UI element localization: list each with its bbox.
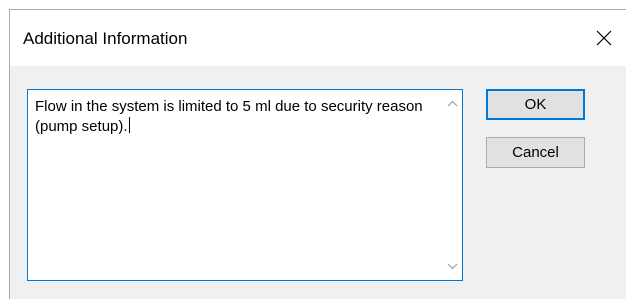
scroll-down-arrow-icon[interactable] [444, 258, 461, 275]
additional-information-dialog: Additional Information Flow in the syste… [9, 9, 626, 299]
vertical-scrollbar[interactable] [444, 91, 461, 279]
ok-button[interactable]: OK [486, 89, 585, 120]
text-caret [128, 117, 130, 133]
information-text-area[interactable]: Flow in the system is limited to 5 ml du… [27, 89, 463, 281]
dialog-title: Additional Information [23, 29, 188, 48]
close-button[interactable] [581, 10, 626, 66]
title-bar: Additional Information [10, 10, 626, 66]
information-text-content: Flow in the system is limited to 5 ml du… [35, 97, 430, 137]
close-icon [596, 30, 612, 46]
scroll-up-arrow-icon[interactable] [444, 95, 461, 112]
information-text: Flow in the system is limited to 5 ml du… [35, 98, 427, 135]
cancel-button[interactable]: Cancel [486, 137, 585, 168]
